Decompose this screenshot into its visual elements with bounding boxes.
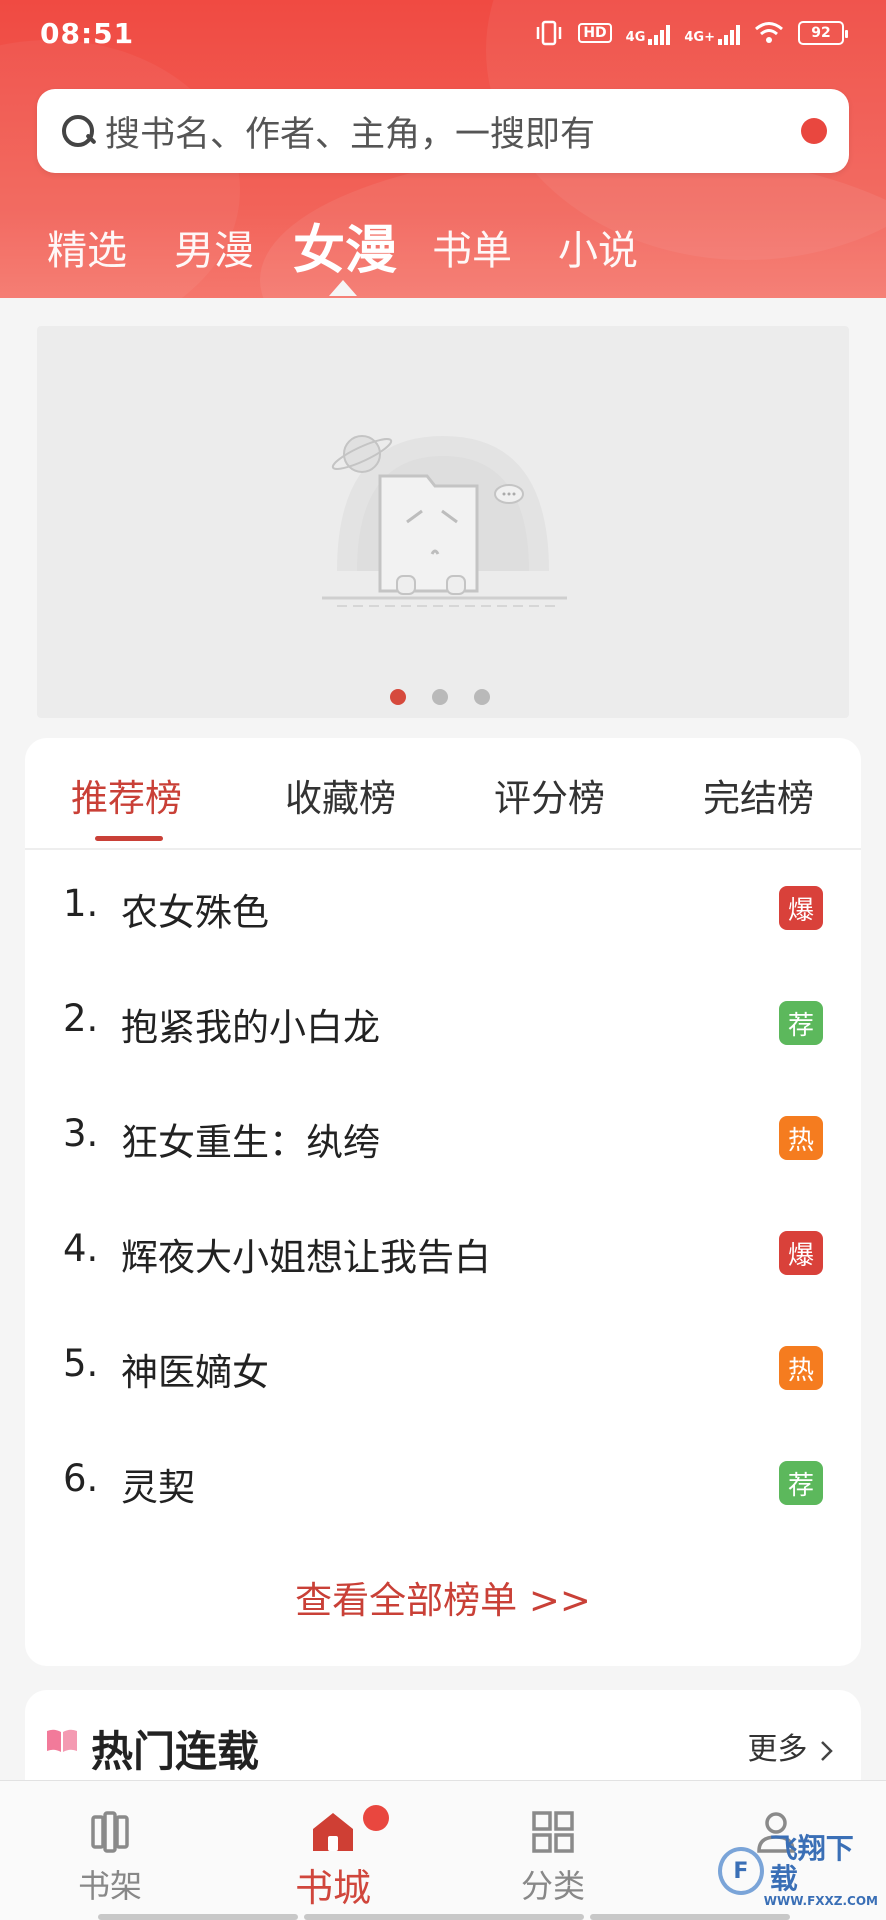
ranking-item-title: 农女殊色: [121, 891, 269, 934]
ranking-item-title: 抱紧我的小白龙: [121, 1006, 380, 1049]
nav-label: 分类: [520, 1867, 585, 1905]
notification-dot: [363, 1805, 389, 1831]
status-time: 08:51: [40, 16, 135, 50]
ranking-card: 推荐榜 收藏榜 评分榜 完结榜 1. 农女殊色 爆 2. 抱紧我的小白龙 荐 3…: [25, 738, 861, 1666]
wifi-icon: [755, 22, 783, 43]
nav-bookshelf[interactable]: 书架: [20, 1781, 200, 1920]
ranking-tab-underline: [95, 836, 163, 841]
search-bar[interactable]: 搜书名、作者、主角，一搜即有: [37, 89, 849, 173]
active-tab-indicator: [329, 280, 357, 296]
view-all-rankings-link[interactable]: 查看全部榜单 >>: [25, 1570, 861, 1624]
ranking-item[interactable]: 6. 灵契 荐: [25, 1425, 861, 1540]
tab-nanman[interactable]: 男漫: [174, 218, 254, 276]
bookshelf-icon: [91, 1811, 129, 1853]
chevron-right-icon: [821, 1740, 833, 1761]
hot-serial-section: 热门连载 更多: [25, 1690, 861, 1780]
tab-completed-rank[interactable]: 完结榜: [703, 768, 814, 822]
tab-nvman[interactable]: 女漫: [293, 208, 397, 283]
ranking-item-title: 神医嫡女: [121, 1351, 269, 1394]
vibrate-icon: [537, 20, 562, 46]
more-link[interactable]: 更多: [747, 1724, 835, 1768]
search-placeholder: 搜书名、作者、主角，一搜即有: [105, 114, 596, 155]
home-icon: [313, 1813, 353, 1851]
signal-icon-1: 4G: [626, 21, 671, 45]
tab-rating-rank[interactable]: 评分榜: [494, 768, 605, 822]
hd-icon: HD: [578, 23, 612, 43]
notification-dot: [801, 118, 827, 144]
ranking-item[interactable]: 4. 辉夜大小姐想让我告白 爆: [25, 1195, 861, 1310]
banner-carousel[interactable]: [37, 326, 849, 718]
nav-bookstore[interactable]: 书城: [243, 1781, 423, 1920]
battery-icon: 92: [798, 21, 848, 45]
badge-re: 热: [779, 1346, 823, 1390]
nav-label: 书城: [294, 1866, 371, 1910]
gesture-bar: [590, 1914, 790, 1920]
top-category-tabs: 精选 男漫 女漫 书单 小说: [0, 212, 886, 296]
header: 08:51 HD 4G 4G+ 92 搜书名、作者、主角，一搜即有 精选 男漫 …: [0, 0, 886, 298]
badge-bao: 爆: [779, 1231, 823, 1275]
tab-shudan[interactable]: 书单: [432, 218, 512, 276]
status-bar: 08:51 HD 4G 4G+ 92: [0, 0, 886, 66]
ranking-item[interactable]: 2. 抱紧我的小白龙 荐: [25, 965, 861, 1080]
category-icon: [532, 1811, 574, 1853]
nav-label: 书架: [77, 1867, 142, 1905]
watermark-icon: F: [718, 1847, 764, 1895]
watermark-url: WWW.FXXZ.COM: [763, 1894, 878, 1908]
badge-bao: 爆: [779, 886, 823, 930]
gesture-bar: [304, 1914, 584, 1920]
ranking-item[interactable]: 1. 农女殊色 爆: [25, 850, 861, 965]
carousel-dot-active[interactable]: [390, 689, 406, 705]
carousel-dot[interactable]: [432, 689, 448, 705]
tab-favorite-rank[interactable]: 收藏榜: [285, 768, 396, 822]
ranking-tabs: 推荐榜 收藏榜 评分榜 完结榜: [25, 738, 861, 850]
ranking-item[interactable]: 5. 神医嫡女 热: [25, 1310, 861, 1425]
carousel-dot[interactable]: [474, 689, 490, 705]
ranking-item-title: 狂女重生：纨绔: [121, 1121, 380, 1164]
ranking-item[interactable]: 3. 狂女重生：纨绔 热: [25, 1080, 861, 1195]
carousel-indicator: [390, 689, 490, 705]
ranking-item-title: 灵契: [121, 1466, 195, 1509]
empty-placeholder-icon: [322, 435, 567, 607]
tab-recommend-rank[interactable]: 推荐榜: [71, 768, 182, 822]
badge-jian: 荐: [779, 1001, 823, 1045]
signal-icon-2: 4G+: [684, 21, 740, 45]
watermark-logo: F 飞翔下载 WWW.FXXZ.COM: [718, 1832, 878, 1908]
open-book-icon: [47, 1729, 77, 1752]
search-icon: [59, 112, 97, 150]
gesture-bar: [98, 1914, 298, 1920]
badge-jian: 荐: [779, 1461, 823, 1505]
badge-re: 热: [779, 1116, 823, 1160]
ranking-item-title: 辉夜大小姐想让我告白: [121, 1236, 491, 1279]
nav-category[interactable]: 分类: [463, 1781, 643, 1920]
watermark-text: 飞翔下载: [769, 1832, 854, 1895]
tab-xiaoshuo[interactable]: 小说: [558, 218, 638, 276]
tab-jingxuan[interactable]: 精选: [47, 218, 127, 276]
section-title: 热门连载: [91, 1727, 260, 1776]
